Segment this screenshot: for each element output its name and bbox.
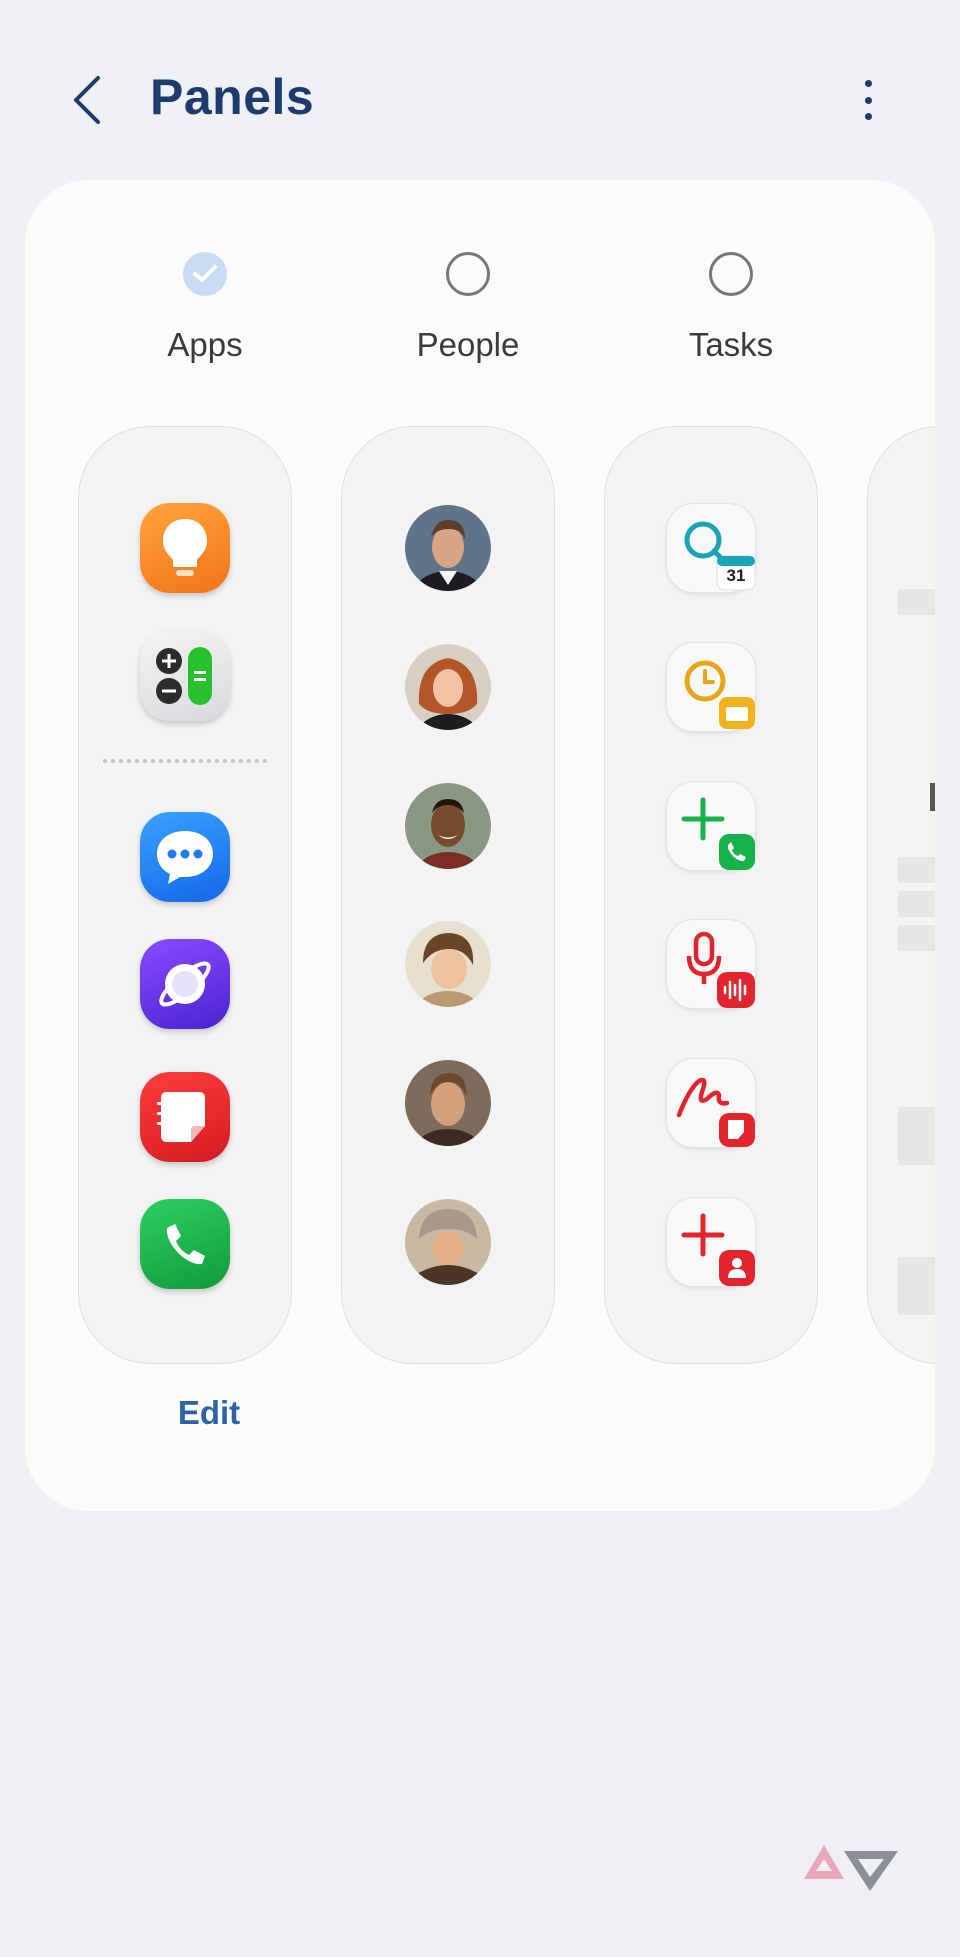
app-slot[interactable] <box>140 812 230 902</box>
panel-option-tasks[interactable]: Tasks <box>621 252 841 364</box>
note-icon <box>140 1072 230 1162</box>
app-slot[interactable] <box>140 1072 230 1162</box>
brand-logo-icon <box>800 1835 904 1895</box>
contact-slot[interactable] <box>403 919 493 1009</box>
placeholder-block <box>930 783 935 811</box>
placeholder-block <box>898 891 935 917</box>
app-slot[interactable] <box>140 631 230 721</box>
panel-option-people[interactable]: People <box>358 252 578 364</box>
contact-slot[interactable] <box>403 781 493 871</box>
task-slot[interactable] <box>666 1197 756 1287</box>
placeholder-block <box>898 925 935 951</box>
contact-avatar-icon <box>405 644 491 730</box>
app-slot[interactable] <box>140 503 230 593</box>
lightbulb-icon <box>140 503 230 593</box>
placeholder-block <box>898 857 935 883</box>
placeholder-block <box>898 1107 935 1165</box>
calendar-badge: 31 <box>726 566 746 585</box>
panel-option-partial[interactable]: W <box>884 252 935 364</box>
scribble-note-icon <box>666 1058 756 1148</box>
contact-slot[interactable] <box>403 1197 493 1287</box>
contact-avatar-icon <box>405 505 491 591</box>
option-label: Apps <box>167 326 243 363</box>
contact-slot[interactable] <box>403 642 493 732</box>
page-title: Panels <box>150 69 315 125</box>
globe-icon <box>140 939 230 1029</box>
contact-avatar-icon <box>405 1199 491 1285</box>
clock-folder-icon <box>666 642 756 732</box>
task-slot[interactable] <box>666 919 756 1009</box>
option-label: People <box>416 326 520 363</box>
app-header: Panels <box>0 0 960 190</box>
placeholder-block <box>898 589 935 615</box>
microphone-icon <box>666 919 756 1009</box>
calculator-icon <box>140 631 230 721</box>
option-label: Tasks <box>688 326 774 363</box>
partial-panel-preview[interactable] <box>867 426 935 1364</box>
contact-slot[interactable] <box>403 503 493 593</box>
radio-unchecked[interactable] <box>446 252 490 296</box>
add-call-icon <box>666 781 756 871</box>
app-slot[interactable] <box>140 1199 230 1289</box>
back-button[interactable] <box>62 70 112 130</box>
task-slot[interactable] <box>666 1058 756 1148</box>
more-vertical-icon <box>864 80 872 87</box>
app-slot[interactable] <box>140 939 230 1029</box>
placeholder-block <box>898 1257 935 1315</box>
radio-checked[interactable] <box>183 252 227 296</box>
chevron-left-icon <box>74 76 100 124</box>
panel-option-apps[interactable]: Apps <box>95 252 315 364</box>
search-calendar-icon: 31 <box>666 503 756 593</box>
edit-button[interactable]: Edit <box>154 1394 264 1432</box>
tasks-panel-preview[interactable]: 31 <box>604 426 818 1364</box>
chat-bubble-icon <box>140 812 230 902</box>
task-slot[interactable] <box>666 642 756 732</box>
contact-avatar-icon <box>405 1060 491 1146</box>
apps-panel-preview[interactable] <box>78 426 292 1364</box>
task-slot[interactable] <box>666 781 756 871</box>
contact-slot[interactable] <box>403 1058 493 1148</box>
more-options-button[interactable] <box>846 74 890 126</box>
add-contact-icon <box>666 1197 756 1287</box>
contact-avatar-icon <box>405 921 491 1007</box>
radio-unchecked[interactable] <box>709 252 753 296</box>
phone-icon <box>140 1199 230 1289</box>
divider <box>103 759 267 763</box>
checkmark-icon <box>193 265 217 282</box>
panels-card: Apps People Tasks W <box>25 180 935 1511</box>
contact-avatar-icon <box>405 783 491 869</box>
people-panel-preview[interactable] <box>341 426 555 1364</box>
task-slot[interactable]: 31 <box>666 503 756 593</box>
